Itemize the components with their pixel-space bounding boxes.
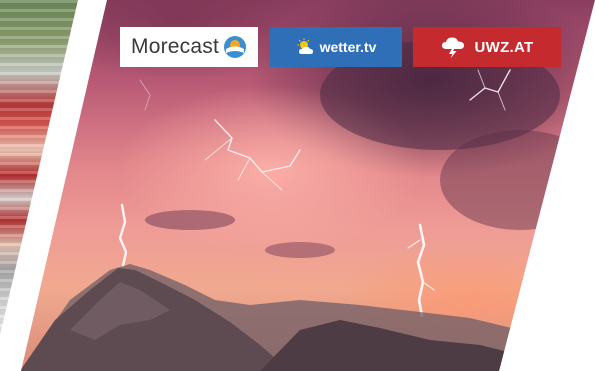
lightning-bolt xyxy=(118,203,128,268)
morecast-sun-icon xyxy=(223,36,246,58)
weather-sun-cloud-icon xyxy=(297,38,313,54)
wetter-tv-logo[interactable]: wetter.tv xyxy=(270,27,402,67)
lightning-bolt xyxy=(416,223,426,318)
uwz-logo-text: UWZ.AT xyxy=(474,38,534,56)
morecast-logo-text: Morecast xyxy=(131,35,219,58)
uwz-logo[interactable]: UWZ.AT xyxy=(413,27,561,67)
morecast-logo[interactable]: Morecast xyxy=(120,27,258,67)
storm-cloud xyxy=(440,130,595,230)
storm-cloud xyxy=(265,242,335,258)
lightning-bolt xyxy=(214,119,301,173)
storm-cloud-lightning-icon xyxy=(442,37,465,59)
storm-cloud xyxy=(145,210,235,230)
banner: Morecast wetter.tv UWZ.AT xyxy=(0,0,595,371)
wetter-tv-logo-text: wetter.tv xyxy=(319,39,377,55)
